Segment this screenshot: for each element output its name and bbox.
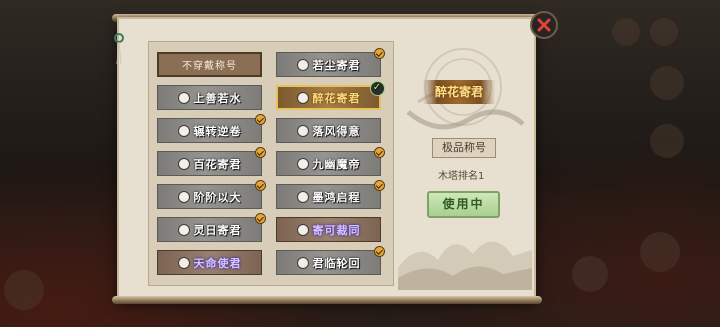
title-label: 灵日寄君 <box>193 223 242 237</box>
title-seal-icon <box>296 157 309 170</box>
scroll-bottom-rod <box>112 296 542 304</box>
owned-badge-icon <box>374 48 385 59</box>
title-label: 百花寄君 <box>193 157 242 171</box>
title-label: 墨鸿启程 <box>312 190 361 204</box>
owned-badge-icon <box>255 213 266 224</box>
title-label: 若尘寄君 <box>312 58 361 72</box>
title-label: 不穿戴称号 <box>182 61 237 72</box>
title-list-panel: 不穿戴称号 若尘寄君上善若水 醉花寄君 ✓ 辗转逆卷 落风得意百花寄君 九幽魔帝阶阶以大 墨鸿… <box>148 41 394 286</box>
title-label: 落风得意 <box>312 124 361 138</box>
title-option[interactable]: 寄可裁同 <box>276 217 381 242</box>
title-option[interactable]: 辗转逆卷 <box>157 114 266 143</box>
title-seal-icon <box>296 223 309 236</box>
title-option[interactable]: 君临轮回 <box>276 246 385 275</box>
title-label: 阶阶以大 <box>193 190 242 204</box>
title-option[interactable]: 不穿戴称号 <box>157 52 262 77</box>
close-button[interactable] <box>530 11 558 39</box>
title-label: 君临轮回 <box>312 256 361 270</box>
title-seal-icon <box>177 223 190 236</box>
title-seal-icon <box>177 190 190 203</box>
title-option[interactable]: 落风得意 <box>276 118 381 143</box>
owned-badge-icon <box>374 246 385 257</box>
title-seal-icon <box>177 91 190 104</box>
equipped-check-icon: ✓ <box>370 81 385 96</box>
owned-badge-icon <box>374 147 385 158</box>
title-label: 辗转逆卷 <box>193 124 242 138</box>
title-seal-icon <box>296 58 309 71</box>
owned-badge-icon <box>374 180 385 191</box>
title-label: 九幽魔帝 <box>312 157 361 171</box>
title-seal-icon <box>177 157 190 170</box>
title-seal-icon <box>177 256 190 269</box>
title-option[interactable]: 墨鸿启程 <box>276 180 385 209</box>
rank-text: 木塔排名1 <box>438 171 485 182</box>
title-label: 上善若水 <box>193 91 242 105</box>
owned-badge-icon <box>255 147 266 158</box>
title-seal-icon <box>177 124 190 137</box>
equipped-title-emblem: 醉花寄君 <box>423 80 495 104</box>
in-use-button[interactable]: 使用中 <box>427 191 500 218</box>
title-label: 醉花寄君 <box>312 91 361 105</box>
title-label: 寄可裁同 <box>312 223 361 237</box>
title-option[interactable]: 灵日寄君 <box>157 213 266 242</box>
owned-badge-icon <box>255 114 266 125</box>
close-icon <box>537 18 551 32</box>
title-option[interactable]: 阶阶以大 <box>157 180 266 209</box>
title-seal-icon <box>296 190 309 203</box>
scroll-tassel-icon <box>114 33 124 64</box>
title-seal-icon <box>296 256 309 269</box>
title-seal-icon <box>296 91 309 104</box>
ink-mountains-icon <box>398 241 532 290</box>
title-seal-icon <box>296 124 309 137</box>
title-option[interactable]: 天命使君 <box>157 250 262 275</box>
rarity-label: 极品称号 <box>432 138 496 158</box>
owned-badge-icon <box>255 180 266 191</box>
title-option[interactable]: 百花寄君 <box>157 147 266 176</box>
title-option[interactable]: 九幽魔帝 <box>276 147 385 176</box>
title-option[interactable]: 上善若水 <box>157 85 262 110</box>
title-option[interactable]: 若尘寄君 <box>276 48 385 77</box>
title-label: 天命使君 <box>193 256 242 270</box>
title-option[interactable]: 醉花寄君 ✓ <box>276 81 385 110</box>
